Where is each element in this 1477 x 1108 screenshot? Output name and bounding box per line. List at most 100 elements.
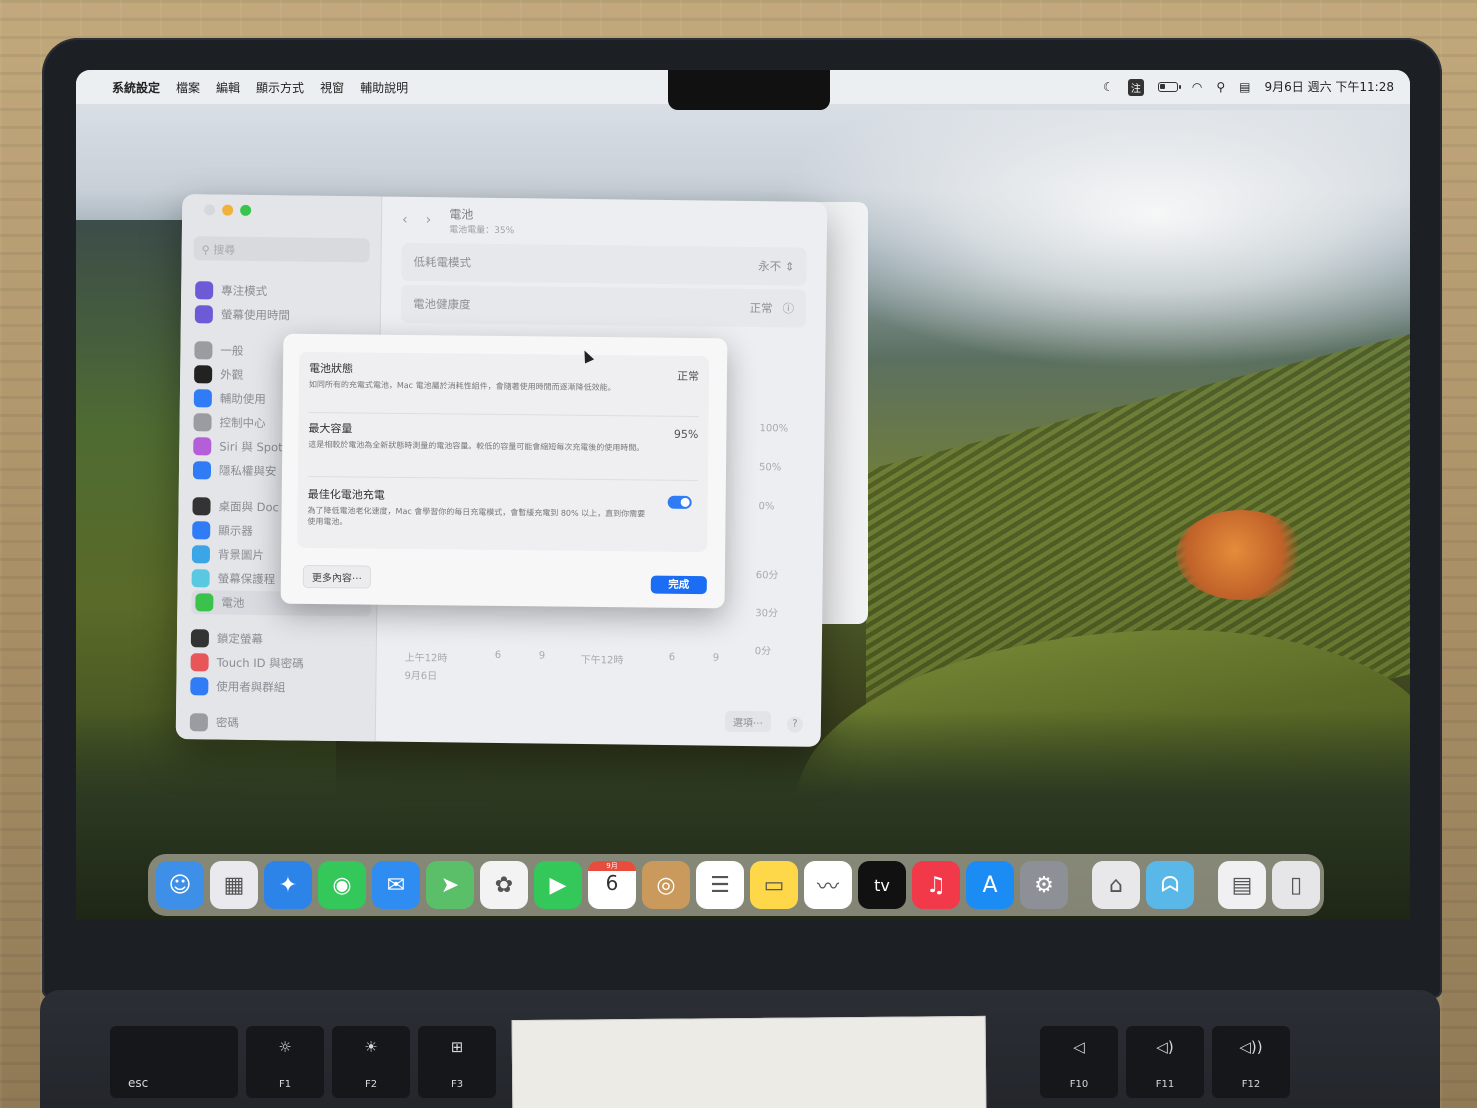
facetime-icon[interactable]: ▶ <box>534 861 582 909</box>
apple-tv-icon[interactable]: tv <box>858 861 906 909</box>
low-power-mode-popup[interactable]: 永不 ⇕ <box>758 258 794 274</box>
chart-time-label: 6 <box>494 649 502 662</box>
optimized-charging-toggle[interactable] <box>667 495 692 509</box>
dock: ☺ ▦ ✦ ◉ ✉ ➤ ✿ ▶ 9月 6 ◎ ☰ ▭ 〰 tv ♫ A ⚙ ⌂ ᗣ ▤ ▯ <box>148 854 1324 916</box>
sidebar-item[interactable]: Touch ID 與密碼 <box>190 650 370 676</box>
sidebar-item[interactable]: 密碼 <box>189 710 370 736</box>
trash-icon[interactable]: ▯ <box>1272 861 1320 909</box>
sidebar-item-icon <box>192 461 212 480</box>
chart-pct-label: 0% <box>758 501 775 513</box>
calendar-icon[interactable]: 9月 6 <box>588 861 636 909</box>
chart-min-label: 0分 <box>754 646 772 658</box>
battery-status-description: 如同所有的充電式電池，Mac 電池屬於消耗性組件，會隨著使用時間而逐漸降低效能。 <box>308 379 616 393</box>
battery-health-row[interactable]: 電池健康度 正常 ⓘ <box>400 284 807 328</box>
menu-help[interactable]: 輔助說明 <box>360 79 408 96</box>
sidebar-item-icon <box>191 545 211 564</box>
sidebar-item-icon <box>191 569 210 588</box>
freeform-icon[interactable]: 〰 <box>804 861 852 909</box>
launchpad-icon[interactable]: ▦ <box>210 861 258 909</box>
key-f10[interactable]: ◁ F10 <box>1040 1026 1118 1098</box>
help-button[interactable]: ? <box>786 716 804 733</box>
info-icon[interactable]: ⓘ <box>782 300 794 316</box>
mail-icon[interactable]: ✉ <box>372 861 420 909</box>
sidebar-item[interactable]: 螢幕使用時間 <box>194 302 375 328</box>
calendar-month-label: 9月 <box>588 861 636 871</box>
close-button[interactable] <box>204 204 216 216</box>
sidebar-item-icon <box>190 677 209 696</box>
key-symbol-icon: ☀ <box>364 1038 378 1056</box>
sidebar-item-icon <box>192 521 211 540</box>
desktop-screen: 系統設定 檔案 編輯 顯示方式 視窗 輔助說明 ☾ 注 ◠ ⚲ ▤ 9月6日 週… <box>76 70 1410 920</box>
focus-moon-icon[interactable]: ☾ <box>1103 81 1114 93</box>
key-f2[interactable]: ☀ F2 <box>332 1026 410 1098</box>
menu-app-name[interactable]: 系統設定 <box>112 79 160 96</box>
notes-icon[interactable]: ▭ <box>750 861 798 909</box>
sidebar-item[interactable]: 鎖定螢幕 <box>190 626 371 652</box>
menu-clock[interactable]: 9月6日 週六 下午11:28 <box>1265 81 1394 93</box>
sidebar-item[interactable]: 使用者與群組 <box>190 674 370 700</box>
sidebar-item-label: 一般 <box>220 343 244 358</box>
low-power-mode-row[interactable]: 低耗電模式 永不 ⇕ <box>401 242 807 286</box>
sidebar-item-label: 螢幕保護程 <box>217 571 276 587</box>
zoom-button[interactable] <box>240 204 252 216</box>
menu-file[interactable]: 檔案 <box>176 79 200 96</box>
rabbit-app-icon[interactable]: ᗣ <box>1146 861 1194 909</box>
more-info-button[interactable]: 更多內容⋯ <box>302 564 372 589</box>
input-method-icon[interactable]: 注 <box>1127 78 1144 96</box>
utility-icon[interactable]: ⌂ <box>1092 861 1140 909</box>
key-label: F10 <box>1069 1079 1089 1090</box>
battery-icon[interactable] <box>1157 82 1181 92</box>
battery-status-section: 電池狀態 如同所有的充電式電池，Mac 電池屬於消耗性組件，會隨著使用時間而逐漸… <box>309 360 699 394</box>
control-center-icon[interactable]: ▤ <box>1239 81 1250 93</box>
wallpaper-orange-tree <box>1176 510 1306 600</box>
sidebar-item-label: 控制中心 <box>219 415 266 431</box>
maps-icon[interactable]: ➤ <box>426 861 474 909</box>
sidebar-item-label: 鎖定螢幕 <box>216 631 264 647</box>
back-chevron-icon[interactable]: ‹ <box>402 212 408 228</box>
menu-view[interactable]: 顯示方式 <box>256 79 304 96</box>
chart-min-label: 30分 <box>755 608 779 620</box>
key-f11[interactable]: ◁) F11 <box>1126 1026 1204 1098</box>
photos-icon[interactable]: ✿ <box>480 861 528 909</box>
done-button[interactable]: 完成 <box>650 575 707 595</box>
key-symbol-icon: ⊞ <box>450 1038 464 1056</box>
safari-icon[interactable]: ✦ <box>264 861 312 909</box>
sidebar-item-label: 密碼 <box>215 715 239 730</box>
spotlight-search-icon[interactable]: ⚲ <box>1216 81 1225 93</box>
sidebar-search-field[interactable]: ⚲ 搜尋 <box>193 236 370 263</box>
music-icon[interactable]: ♫ <box>912 861 960 909</box>
paper-note-on-keyboard <box>511 1015 987 1108</box>
sidebar-item-label: 隱私權與安 <box>218 463 277 479</box>
key-f12[interactable]: ◁)) F12 <box>1212 1026 1290 1098</box>
document-icon[interactable]: ▤ <box>1218 861 1266 909</box>
reminders-icon[interactable]: ☰ <box>696 861 744 909</box>
sidebar-item[interactable]: 專注模式 <box>195 278 375 304</box>
divider <box>307 475 698 482</box>
sidebar-item-label: 電池 <box>221 595 245 610</box>
sidebar-item-label: 使用者與群組 <box>216 679 286 695</box>
menu-window[interactable]: 視窗 <box>320 79 344 96</box>
app-store-icon[interactable]: A <box>966 861 1014 909</box>
forward-chevron-icon[interactable]: › <box>426 212 432 228</box>
minimize-button[interactable] <box>222 204 234 216</box>
key-f1[interactable]: ☼ F1 <box>246 1026 324 1098</box>
battery-health-card: 電池狀態 如同所有的充電式電池，Mac 電池屬於消耗性組件，會隨著使用時間而逐漸… <box>297 351 710 553</box>
function-keys-right: ◁ F10 ◁) F11 ◁)) F12 <box>1040 1026 1290 1098</box>
sidebar-item-label: 桌面與 Doc <box>218 499 279 515</box>
finder-icon[interactable]: ☺ <box>156 861 204 909</box>
key-f3[interactable]: ⊞ F3 <box>418 1026 496 1098</box>
menu-edit[interactable]: 編輯 <box>216 79 240 96</box>
search-icon: ⚲ <box>201 243 214 257</box>
search-placeholder: 搜尋 <box>213 243 236 257</box>
key-label: F11 <box>1155 1079 1175 1090</box>
options-button[interactable]: 選項⋯ <box>724 710 772 733</box>
calendar-day-label: 6 <box>605 871 619 895</box>
messages-icon[interactable]: ◉ <box>318 861 366 909</box>
system-settings-icon[interactable]: ⚙ <box>1020 861 1068 909</box>
contacts-icon[interactable]: ◎ <box>642 861 690 909</box>
sidebar-item-icon <box>189 713 209 732</box>
key-esc[interactable]: esc <box>110 1026 238 1098</box>
wifi-icon[interactable]: ◠ <box>1192 81 1202 93</box>
optimized-charging-title: 最佳化電池充電 <box>307 487 385 502</box>
battery-status-title: 電池狀態 <box>308 361 354 376</box>
